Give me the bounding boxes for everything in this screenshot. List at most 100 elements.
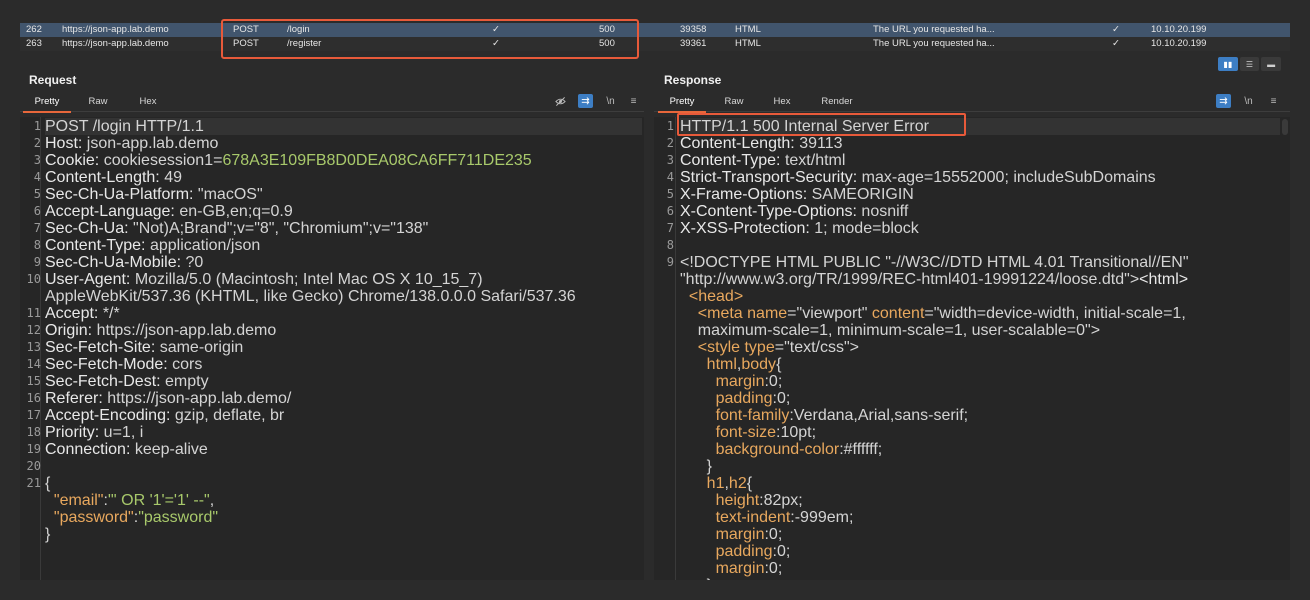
code-line: Content-Length: 39113 [680, 135, 1280, 152]
code-token: ="viewport" [787, 305, 872, 322]
code-token: <html> [1139, 271, 1189, 288]
code-token: margin [715, 373, 765, 390]
tab-raw[interactable]: Raw [723, 96, 745, 107]
code-token: } [680, 577, 712, 580]
code-token: cors [172, 356, 203, 373]
code-token: :0; [764, 560, 783, 577]
code-line: POST /login HTTP/1.1 [45, 118, 642, 135]
code-line: } [45, 526, 642, 543]
eye-slash-icon[interactable] [553, 94, 568, 108]
code-line: Sec-Fetch-Mode: cors [45, 356, 642, 373]
code-token: Sec-Fetch-Dest: [45, 373, 166, 390]
code-token: :0; [764, 373, 783, 390]
request-highlight-box [221, 19, 639, 59]
code-line: Content-Type: text/html [680, 152, 1280, 169]
code-token: "password" [53, 509, 134, 526]
split-vertical-icon[interactable]: ☰ [1239, 57, 1260, 71]
code-line: margin:0; [680, 373, 1280, 390]
code-token: } [680, 458, 713, 475]
response-highlight-box [677, 113, 966, 136]
code-token: Content-Type: [680, 152, 785, 169]
tab-raw[interactable]: Raw [87, 96, 109, 107]
code-token: https://json-app.lab.demo [96, 322, 277, 339]
code-line: } [680, 458, 1280, 475]
code-line: background-color:#ffffff; [680, 441, 1280, 458]
code-token: { [45, 475, 51, 492]
code-line: Referer: https://json-app.lab.demo/ [45, 390, 642, 407]
code-line: "password":"password" [45, 509, 642, 526]
tab-render[interactable]: Render [820, 96, 854, 107]
code-line: Accept: */* [45, 305, 642, 322]
code-token: h1 [706, 475, 725, 492]
row-title: The URL you requested ha... [873, 24, 995, 35]
code-token: type [744, 339, 775, 356]
code-line: Sec-Ch-Ua-Platform: "macOS" [45, 186, 642, 203]
history-row-262[interactable]: 262 https://json-app.lab.demo POST /logi… [20, 23, 1290, 37]
line-number: 12 [26, 323, 41, 337]
code-token: Sec-Fetch-Mode: [45, 356, 173, 373]
code-token: :10pt; [776, 424, 817, 441]
code-line: Accept-Language: en-GB,en;q=0.9 [45, 203, 642, 220]
code-token: :Verdana,Arial,sans-serif; [789, 407, 969, 424]
line-number: 11 [26, 306, 41, 320]
request-editor[interactable]: 1 POST /login HTTP/1.1 2 Host: json-app.lab… [20, 117, 644, 580]
code-token: <!DOCTYPE HTML PUBLIC "-//W3C//DTD HTML … [680, 254, 1189, 271]
tab-pretty[interactable]: Pretty [658, 96, 706, 113]
single-pane-icon[interactable]: ▬ [1261, 57, 1282, 71]
code-token: { [746, 475, 753, 492]
split-horizontal-icon[interactable]: ▮▮ [1218, 57, 1238, 71]
code-token: :0; [764, 526, 783, 543]
response-editor[interactable]: 1 HTTP/1.1 500 Internal Server Error 2 Cont… [654, 117, 1290, 580]
code-token: */* [102, 305, 120, 322]
line-number: 7 [33, 221, 41, 235]
code-token: application/json [149, 237, 261, 254]
code-token: Mozilla/5.0 (Macintosh; Intel Mac OS X 1… [134, 271, 483, 288]
line-number: 8 [33, 238, 41, 252]
row-title: The URL you requested ha... [873, 38, 995, 49]
tab-hex[interactable]: Hex [138, 96, 158, 107]
code-token: margin [715, 560, 765, 577]
history-row-263[interactable]: 263 https://json-app.lab.demo POST /regi… [20, 37, 1290, 51]
code-line: padding:0; [680, 390, 1280, 407]
code-token: nosniff [861, 203, 909, 220]
code-token: text/html [784, 152, 846, 169]
code-token: background-color [715, 441, 840, 458]
newline-icon[interactable]: \n [603, 94, 618, 108]
tab-pretty[interactable]: Pretty [23, 96, 71, 113]
code-token: X-Frame-Options: [680, 186, 812, 203]
response-scrollbar[interactable] [1282, 119, 1288, 135]
code-line: User-Agent: Mozilla/5.0 (Macintosh; Inte… [45, 271, 642, 288]
code-line: <head> [680, 288, 1280, 305]
code-token: padding [715, 543, 773, 560]
code-token: ?0 [185, 254, 204, 271]
menu-icon[interactable]: ≡ [1266, 94, 1281, 108]
code-token: Priority: [45, 424, 104, 441]
line-number: 3 [666, 153, 674, 167]
newline-icon[interactable]: \n [1241, 94, 1256, 108]
line-number: 2 [33, 136, 41, 150]
wrap-icon[interactable]: ⇉ [1216, 94, 1231, 108]
layout-toggle: ▮▮ ☰ ▬ [1218, 57, 1282, 71]
code-token: Origin: [45, 322, 97, 339]
code-line: <style type="text/css"> [680, 339, 1280, 356]
code-line: html,body{ [680, 356, 1280, 373]
line-number: 9 [33, 255, 41, 269]
line-number: 13 [26, 340, 41, 354]
code-token: 1; mode=block [814, 220, 919, 237]
code-line: "http://www.w3.org/TR/1999/REC-html401-1… [680, 271, 1280, 288]
code-line: Host: json-app.lab.demo [45, 135, 642, 152]
code-line: Connection: keep-alive [45, 441, 642, 458]
menu-icon[interactable]: ≡ [626, 94, 641, 108]
line-number: 8 [666, 238, 674, 252]
code-token: text-indent [715, 509, 791, 526]
wrap-icon[interactable]: ⇉ [578, 94, 593, 108]
code-token: h2 [728, 475, 747, 492]
tab-hex[interactable]: Hex [772, 96, 792, 107]
